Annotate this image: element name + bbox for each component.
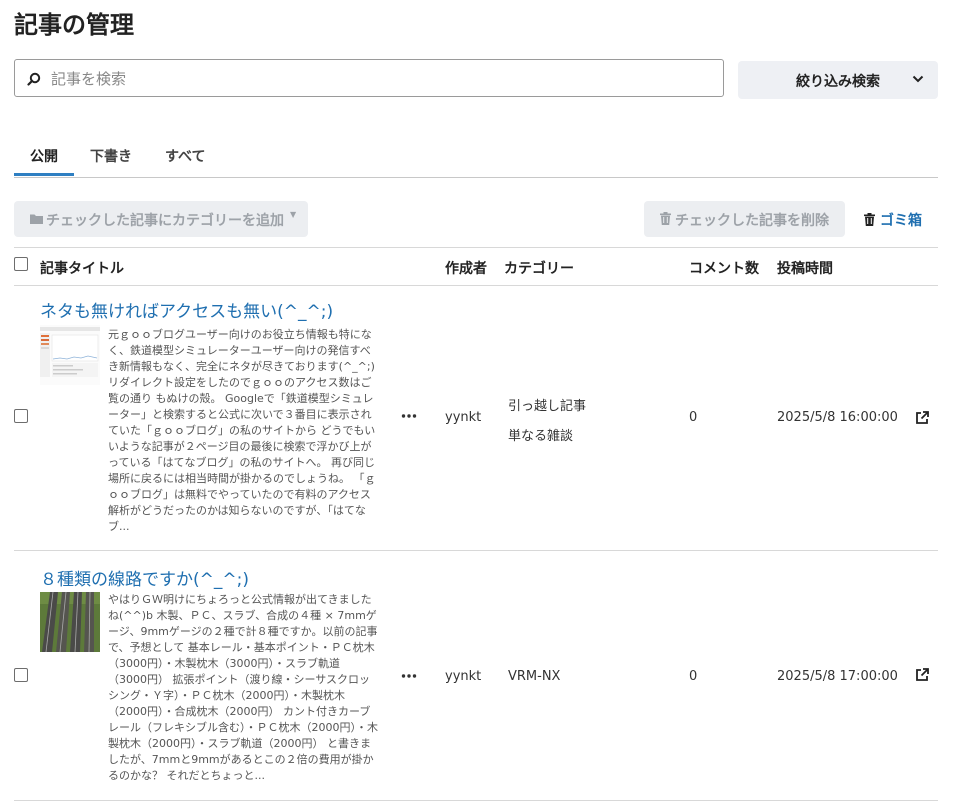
post-category[interactable]: 引っ越し記事 xyxy=(508,395,586,414)
chevron-down-icon xyxy=(912,75,924,83)
trash-label: ゴミ箱 xyxy=(880,213,922,229)
search-icon xyxy=(27,72,41,86)
active-tab-indicator xyxy=(14,173,74,176)
divider xyxy=(14,285,938,286)
row-checkbox[interactable] xyxy=(14,668,28,682)
divider xyxy=(14,800,938,801)
post-title-link[interactable]: ８種類の線路ですか(^_^;) xyxy=(40,565,249,590)
search-input[interactable] xyxy=(49,60,713,98)
select-all-checkbox[interactable] xyxy=(14,257,28,271)
post-author: yynkt xyxy=(445,410,482,425)
divider xyxy=(14,247,938,248)
page-title: 記事の管理 xyxy=(14,11,134,39)
more-icon[interactable] xyxy=(401,413,417,419)
column-header-posted: 投稿時間 xyxy=(777,261,833,277)
post-comment-count: 0 xyxy=(689,410,698,425)
post-thumbnail[interactable] xyxy=(40,592,100,652)
row-checkbox[interactable] xyxy=(14,409,28,423)
tab-all[interactable]: すべて xyxy=(165,146,205,166)
post-excerpt: やはりＧＷ明けにちょろっと公式情報が出てきましたね(^^)b 木製、ＰＣ、スラブ… xyxy=(108,593,378,782)
filter-search-label: 絞り込み検索 xyxy=(796,74,880,90)
post-comment-count: 0 xyxy=(689,669,698,684)
caret-down-icon: ▼ xyxy=(290,210,297,219)
more-icon[interactable] xyxy=(401,673,417,679)
filter-search-button[interactable]: 絞り込み検索 xyxy=(738,61,938,99)
add-category-button[interactable]: チェックした記事にカテゴリーを追加 ▼ xyxy=(14,201,308,237)
post-timestamp: 2025/5/8 17:00:00 xyxy=(777,669,898,684)
folder-icon xyxy=(30,214,43,224)
trash-icon xyxy=(660,212,671,225)
post-category[interactable]: VRM-NX xyxy=(508,669,560,684)
post-category[interactable]: 単なる雑談 xyxy=(508,425,573,444)
post-title-link[interactable]: ネタも無ければアクセスも無い(^_^;) xyxy=(40,297,333,322)
delete-checked-button[interactable]: チェックした記事を削除 xyxy=(644,201,845,237)
status-tabs: 公開 下書き すべて xyxy=(14,140,938,178)
post-thumbnail[interactable] xyxy=(40,325,100,385)
external-link-icon[interactable] xyxy=(915,411,929,425)
column-header-title[interactable]: 記事タイトル xyxy=(40,258,124,278)
delete-checked-label: チェックした記事を削除 xyxy=(675,213,829,229)
trash-icon xyxy=(864,213,875,226)
tab-public[interactable]: 公開 xyxy=(30,146,58,166)
divider xyxy=(14,550,938,551)
post-author: yynkt xyxy=(445,669,482,684)
external-link-icon[interactable] xyxy=(915,668,929,682)
column-header-category: カテゴリー xyxy=(504,261,574,277)
tab-drafts[interactable]: 下書き xyxy=(90,146,132,166)
add-category-label: チェックした記事にカテゴリーを追加 xyxy=(46,213,284,229)
search-box[interactable] xyxy=(14,59,724,98)
post-timestamp: 2025/5/8 16:00:00 xyxy=(777,410,898,425)
post-excerpt: 元ｇｏｏブログユーザー向けのお役立ち情報も特になく、鉄道模型シミュレーターユーザ… xyxy=(108,328,376,533)
column-header-author: 作成者 xyxy=(445,261,487,277)
column-header-comments: コメント数 xyxy=(689,261,759,277)
